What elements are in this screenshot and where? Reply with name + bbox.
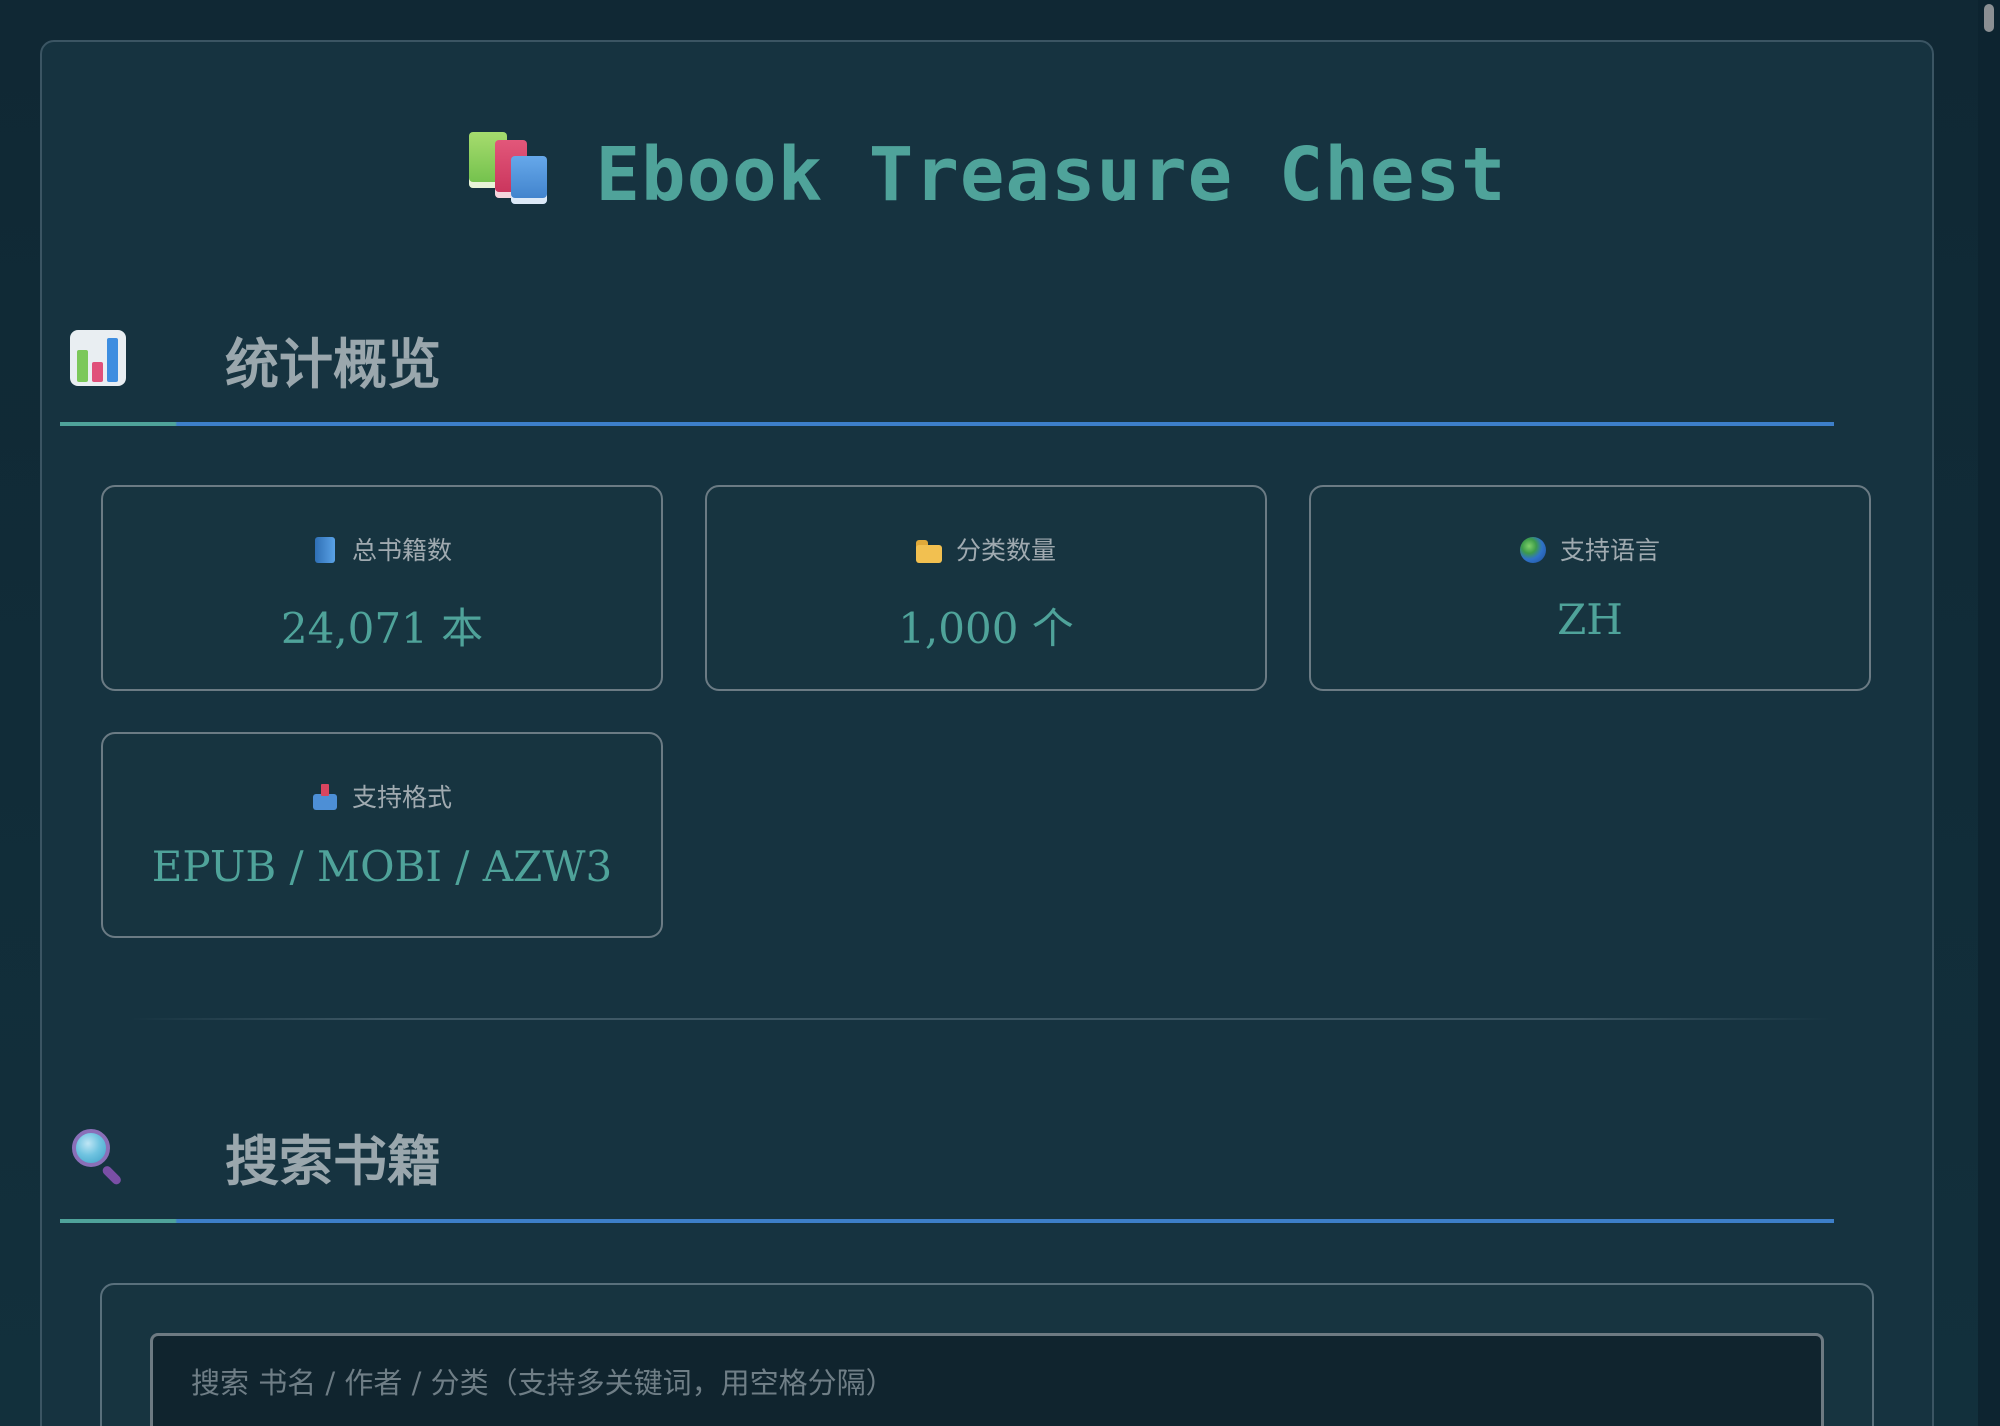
stats-section-underline [60,422,1834,426]
inbox-tray-icon [312,784,338,810]
stat-card-categories: 分类数量 1,000 个 [705,485,1267,691]
search-section-underline [60,1219,1834,1223]
section-divider [130,1018,1830,1020]
search-section-header: 搜索书籍 [60,1113,1834,1223]
globe-icon [1519,537,1546,563]
stats-section-title: 统计概览 [225,332,441,396]
blue-book-icon [312,537,338,563]
stat-value: 1,000 个 [898,604,1074,653]
stat-card-formats: 支持格式 EPUB / MOBI / AZW3 [101,732,663,938]
stat-label: 总书籍数 [351,536,452,565]
stat-label: 分类数量 [955,536,1056,565]
books-icon [467,130,551,206]
stat-value: ZH [1557,595,1623,644]
folder-icon [915,537,942,563]
search-input[interactable] [150,1333,1824,1426]
app-title-text: Ebook Treasure Chest [595,132,1507,218]
stat-value: 24,071 本 [280,604,484,653]
stat-card-total-books: 总书籍数 24,071 本 [101,485,663,691]
magnifier-icon [70,1127,126,1187]
scrollbar-thumb[interactable] [1984,4,1994,32]
bar-chart-icon [70,330,126,386]
stat-label: 支持语言 [1559,536,1660,565]
page-viewport: Ebook Treasure Chest 统计概览 总书籍数 24,071 本 … [0,0,2000,1426]
app-title: Ebook Treasure Chest [42,130,1932,218]
stats-section-header: 统计概览 [60,316,1834,426]
scrollbar-track[interactable] [1978,0,2000,1426]
stat-label: 支持格式 [351,783,452,812]
search-section-title: 搜索书籍 [225,1129,441,1193]
stat-card-languages: 支持语言 ZH [1309,485,1871,691]
stat-value: EPUB / MOBI / AZW3 [151,842,613,891]
